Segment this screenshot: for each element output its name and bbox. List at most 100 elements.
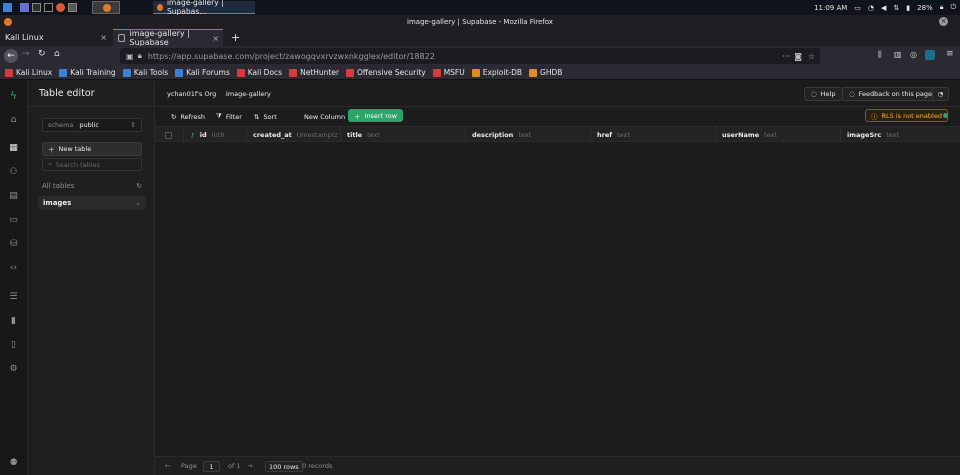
forward-icon[interactable]: → [22,49,30,59]
org-breadcrumb[interactable]: ychan01f's Org [167,90,216,98]
extension-icon[interactable] [925,50,935,60]
supabase-logo-icon[interactable]: ϟ [8,90,19,101]
kali-menu-icon[interactable] [3,3,12,12]
new-table-button[interactable]: ＋ New table [42,142,142,156]
pocket-icon[interactable]: ◙ [794,52,802,61]
bookmark-kali-tools[interactable]: Kali Tools [122,68,168,77]
lock-icon[interactable]: 🔒︎ [940,3,944,12]
new-column-button[interactable]: New Column [304,110,345,123]
battery-icon[interactable]: ▮ [906,4,910,12]
help-button[interactable]: ◌ Help [804,87,843,101]
bell-icon[interactable]: ◔ [868,4,874,12]
firefox-launcher-icon[interactable] [56,3,65,12]
rows-per-page-select[interactable]: 100 rows [265,461,303,472]
reports-icon[interactable]: ▮ [8,316,19,327]
search-tables-input[interactable]: ⌕ Search tables [42,158,142,171]
bookmark-kali-docs[interactable]: Kali Docs [236,68,282,77]
breadcrumb: ychan01f's Org / image-gallery ◌ Help ◌ … [155,81,960,107]
next-page-icon[interactable]: → [247,462,252,470]
tab-close-icon[interactable]: × [100,33,107,42]
new-tab-button[interactable]: + [226,29,240,46]
bookmark-nethunter[interactable]: NetHunter [289,68,339,77]
prev-page-icon[interactable]: ← [165,462,170,470]
column-header-created-at[interactable]: created_at timestamptz [247,127,341,143]
database-icon[interactable]: ⛁ [8,239,19,250]
records-count: 0 records [302,462,333,470]
list-icon[interactable]: ☰ [8,292,19,303]
project-breadcrumb[interactable]: image-gallery [226,90,271,98]
filter-button[interactable]: ⧩ Filter [216,110,242,123]
insert-row-button[interactable]: ＋ Insert row [348,109,404,122]
home-icon[interactable]: ⌂ [54,49,60,59]
bookmark-offensive-security[interactable]: Offensive Security [346,68,426,77]
column-header-id[interactable]: ⚷ id int8 [184,127,247,143]
lock-icon[interactable]: 🔒︎ [138,51,142,61]
close-window-icon[interactable]: × [939,17,948,26]
plus-icon: ＋ [48,146,55,154]
column-header-description[interactable]: description text [466,127,591,143]
window-title-bar: image-gallery | Supabase - Mozilla Firef… [0,15,960,29]
bookmark-exploit-db[interactable]: Exploit-DB [471,68,522,77]
back-icon[interactable]: ← [4,49,18,63]
column-header-username[interactable]: userName text [716,127,841,143]
filter-icon: ⧩ [216,112,222,120]
home-icon[interactable]: ⌂ [8,115,19,126]
schema-select[interactable]: schema public ⇕ [42,118,142,132]
kali-icon [122,68,131,77]
settings-gear-icon[interactable]: ⚙ [8,364,19,375]
docs-icon[interactable]: ▯ [8,340,19,351]
column-header-href[interactable]: href text [591,127,716,143]
sql-editor-icon[interactable]: ▭ [8,215,19,226]
feedback-button[interactable]: ◌ Feedback on this page? [842,87,943,101]
tab-close-icon[interactable]: × [212,34,219,43]
select-all-checkbox[interactable] [155,127,184,143]
bookmark-kali-linux[interactable]: Kali Linux [5,68,52,77]
users-icon[interactable]: ⚇ [8,167,19,178]
sort-button[interactable]: ⇅ Sort [254,110,277,123]
clock[interactable]: 11:09 AM [814,4,847,12]
rls-warning-badge[interactable]: ⓘ RLS is not enabled [865,109,948,122]
code-icon[interactable]: ‹› [8,263,19,274]
task-firefox[interactable]: image-gallery | Supabas… [153,0,255,16]
bookmark-kali-training[interactable]: Kali Training [59,68,116,77]
workspace-icon[interactable] [20,3,29,12]
firefox-icon [103,3,111,12]
file-manager-icon[interactable] [32,3,41,12]
refresh-button[interactable]: ↻ Refresh [171,110,205,123]
sidebar-icon[interactable]: ▥ [894,50,902,59]
terminal-icon[interactable] [44,3,53,12]
task-thumbnail[interactable] [92,1,120,14]
grid-body[interactable] [155,142,960,454]
menu-icon[interactable]: ≡ [946,49,954,59]
volume-icon[interactable]: ◀ [881,4,886,12]
url-bar[interactable]: ▣ 🔒︎ https://app.supabase.com/project/za… [120,48,820,64]
bookmark-kali-forums[interactable]: Kali Forums [175,68,230,77]
column-header-imagesrc[interactable]: imageSrc text [841,127,960,143]
refresh-icon[interactable]: ↻ [136,182,142,190]
site-info-icon[interactable]: ▣ [126,52,134,61]
display-icon[interactable]: ▭ [854,4,861,12]
page-actions-icon[interactable]: ··· [782,52,790,61]
page-number-input[interactable]: 1 [203,461,220,472]
tab-kali-linux[interactable]: Kali Linux × [0,29,113,46]
table-editor-icon[interactable]: ▦ [8,143,19,154]
network-icon[interactable]: ⇅ [893,4,899,12]
system-tray: 11:09 AM ▭ ◔ ◀ ⇅ ▮ 28% 🔒︎ ⏻ [814,0,956,15]
msfu-icon [432,68,441,77]
column-header-title[interactable]: title text [341,127,466,143]
storage-icon[interactable]: ▤ [8,191,19,202]
library-icon[interactable]: ⫼ [878,50,882,60]
bookmark-star-icon[interactable]: ☆ [808,52,815,61]
bookmark-msfu[interactable]: MSFU [432,68,465,77]
table-item-images[interactable]: images ⌄ [38,196,146,210]
reload-icon[interactable]: ↻ [38,49,46,59]
account-icon[interactable]: ◎ [910,50,917,59]
kali-icon [5,68,13,77]
app-icon[interactable] [68,3,77,12]
chevron-down-icon[interactable]: ⌄ [135,199,141,207]
tab-image-gallery[interactable]: image-gallery | Supabase × [113,29,223,47]
bookmark-ghdb[interactable]: GHDB [529,68,562,77]
power-icon[interactable]: ⏻ [950,3,956,12]
profile-icon[interactable]: ⚉ [8,458,19,469]
notifications-button[interactable]: ◔ [932,87,949,101]
